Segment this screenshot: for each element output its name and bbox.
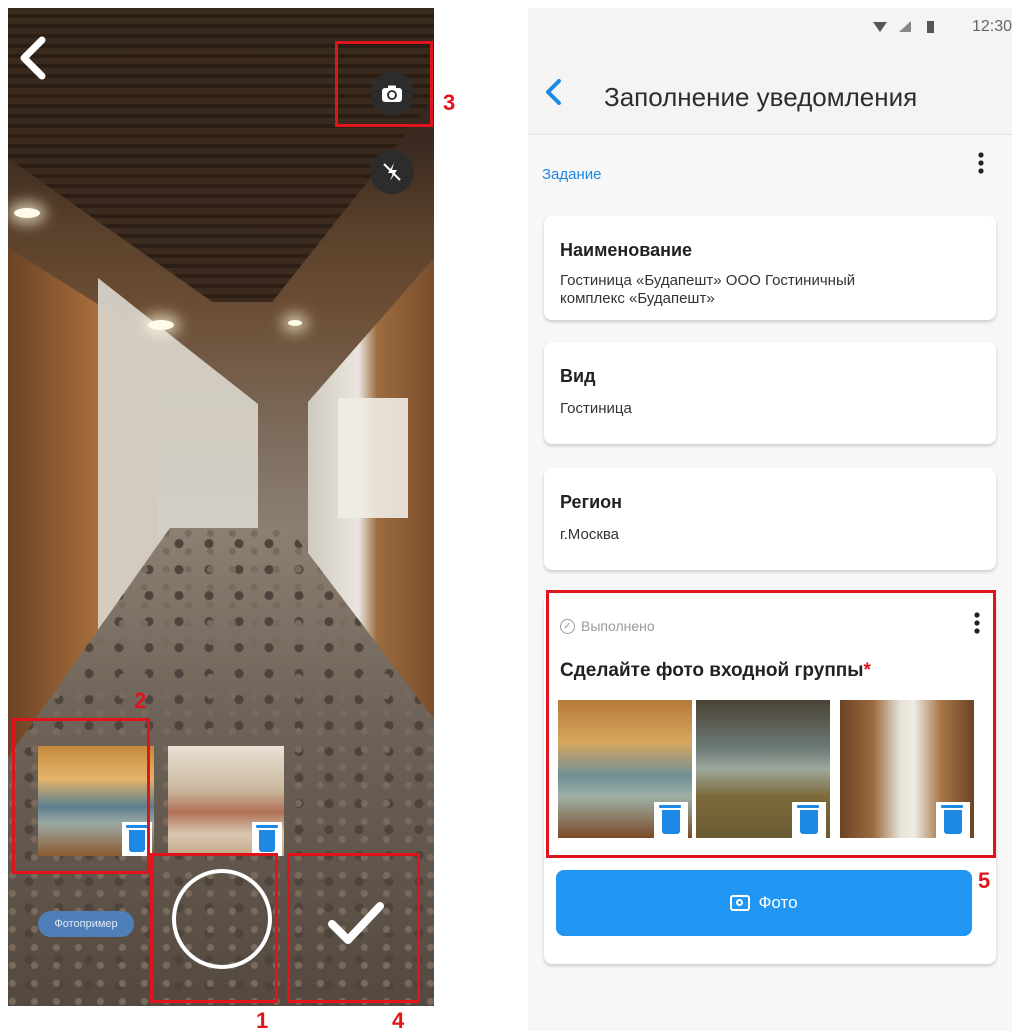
annotation-label-5: 5 [978, 868, 991, 893]
card-value: комплекс «Будапешт» [560, 290, 715, 307]
delete-photo-button[interactable] [252, 822, 282, 856]
annotation-box-3 [335, 41, 433, 127]
app-bar: Заполнение уведомления [528, 42, 1012, 135]
viewfinder-corridor-end [338, 398, 408, 518]
back-chevron-icon[interactable] [544, 78, 562, 112]
annotation-box-2 [12, 718, 150, 874]
card-title: Регион [560, 492, 622, 512]
annotation-box-1 [150, 853, 278, 1003]
notification-form-screen: 12:30 Заполнение уведомления Задание Наи… [528, 8, 1012, 1031]
info-card-region: Регион г.Москва [544, 468, 996, 570]
info-card-name: Наименование Гостиница «Будапешт» ООО Го… [544, 216, 996, 320]
card-title: Вид [560, 366, 596, 386]
captured-photo-thumbnail[interactable] [168, 746, 284, 856]
annotation-label-4: 4 [392, 1008, 405, 1033]
annotation-label-2: 2 [134, 688, 147, 713]
card-value: Гостиница [560, 400, 632, 417]
page-title: Заполнение уведомления [604, 82, 918, 112]
annotation-label-3: 3 [443, 90, 456, 115]
annotation-box-5 [546, 590, 996, 858]
flash-off-icon[interactable] [370, 150, 414, 194]
back-chevron-icon[interactable] [18, 36, 62, 84]
status-bar: 12:30 [528, 8, 1012, 42]
more-vert-icon[interactable] [978, 152, 984, 175]
section-label-task: Задание [542, 166, 602, 183]
trash-icon [256, 825, 278, 852]
status-time: 12:30 [971, 18, 1012, 35]
card-title: Наименование [560, 240, 693, 260]
ceiling-light [14, 208, 40, 218]
card-value: г.Москва [560, 526, 620, 543]
take-photo-label: Фото [758, 893, 798, 912]
card-value: Гостиница «Будапешт» ООО Гостиничный [560, 272, 856, 289]
ceiling-light [288, 320, 302, 326]
annotation-label-1: 1 [256, 1008, 269, 1033]
ceiling-light [148, 320, 174, 330]
annotation-box-4 [287, 853, 420, 1003]
status-icons [873, 21, 934, 33]
camera-icon [730, 895, 751, 911]
photo-example-chip[interactable]: Фотопример [38, 911, 134, 937]
info-card-type: Вид Гостиница [544, 342, 996, 444]
take-photo-button[interactable]: Фото [556, 870, 972, 936]
